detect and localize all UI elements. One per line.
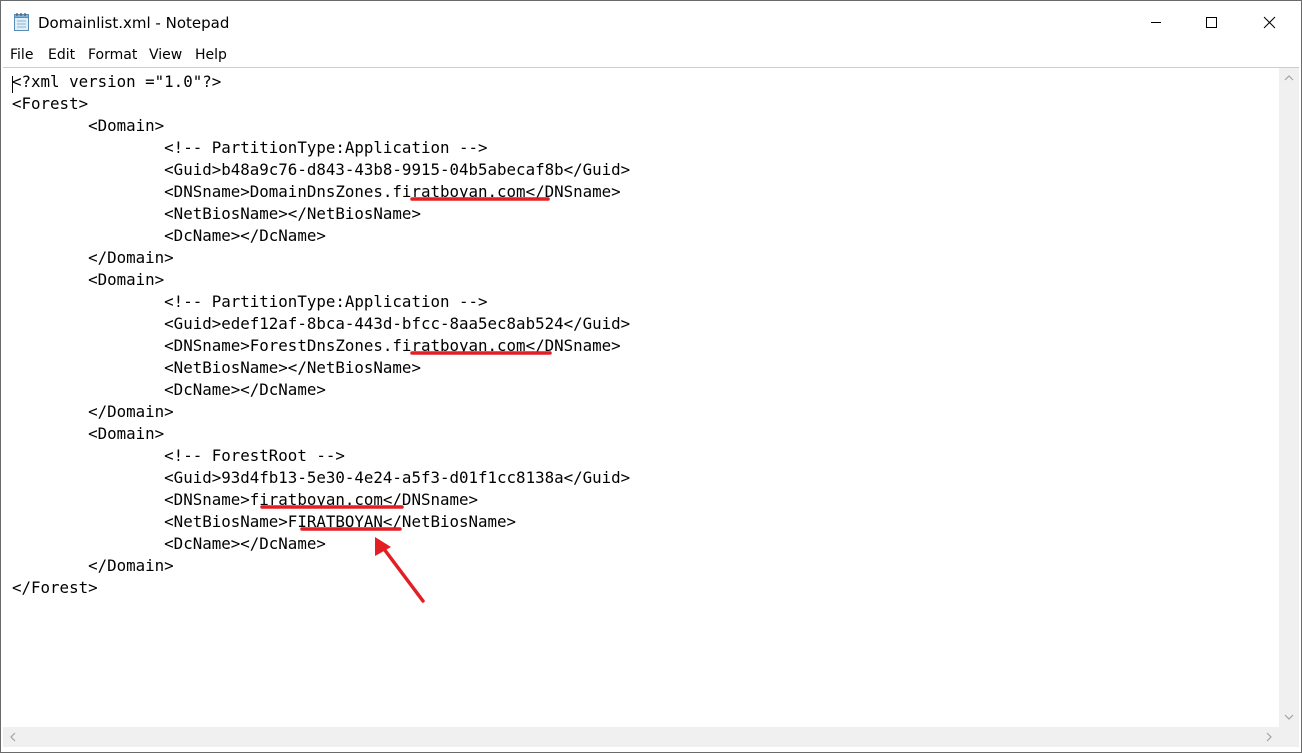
document-line: <NetBiosName>FIRATBOYAN</NetBiosName> [12,512,517,531]
document-line: <DNSname>DomainDnsZones.firatboyan.com</… [12,182,621,201]
document-line: <NetBiosName></NetBiosName> [12,358,421,377]
window-title: Domainlist.xml - Notepad [38,14,230,32]
menu-help[interactable]: Help [195,46,227,64]
document-line: <DcName></DcName> [12,380,326,399]
close-icon [1263,16,1276,29]
title-bar[interactable]: Domainlist.xml - Notepad [1,1,1301,43]
document-line: <?xml version ="1.0"?> [12,72,222,91]
menu-bar: File Edit Format View Help [1,43,1301,67]
document-line: <DcName></DcName> [12,534,326,553]
menu-view[interactable]: View [149,46,182,64]
document-line: <Guid>edef12af-8bca-443d-bfcc-8aa5ec8ab5… [12,314,631,333]
document-line: <DcName></DcName> [12,226,326,245]
document-line: <NetBiosName></NetBiosName> [12,204,421,223]
minimize-button[interactable] [1127,1,1185,43]
minimize-icon [1151,22,1161,23]
notepad-icon [14,13,29,31]
horizontal-scrollbar[interactable] [3,727,1279,747]
document-line: <Domain> [12,116,165,135]
document-line: <Domain> [12,424,165,443]
document-line: <Guid>b48a9c76-d843-43b8-9915-04b5abecaf… [12,160,631,179]
document-text[interactable]: <?xml version ="1.0"?> <Forest> <Domain>… [12,71,1277,726]
maximize-icon [1206,17,1217,28]
vertical-scrollbar[interactable] [1279,68,1299,727]
document-line: </Domain> [12,556,174,575]
text-editor[interactable]: <?xml version ="1.0"?> <Forest> <Domain>… [3,67,1299,750]
scroll-down-icon[interactable] [1279,707,1299,727]
close-button[interactable] [1243,1,1301,43]
menu-file[interactable]: File [10,46,33,64]
document-line: </Forest> [12,578,98,597]
text-caret [12,76,13,93]
document-line: <Forest> [12,94,89,113]
document-line: <!-- ForestRoot --> [12,446,345,465]
maximize-button[interactable] [1185,1,1243,43]
document-line: <Domain> [12,270,165,289]
notepad-window: Domainlist.xml - Notepad File Edit Forma… [0,0,1302,753]
scrollbar-corner [1279,727,1299,747]
scroll-right-icon[interactable] [1259,727,1279,747]
document-line: <DNSname>firatboyan.com</DNSname> [12,490,479,509]
document-line: <Guid>93d4fb13-5e30-4e24-a5f3-d01f1cc813… [12,468,631,487]
menu-format[interactable]: Format [88,46,137,64]
scroll-up-icon[interactable] [1279,68,1299,88]
document-line: <DNSname>ForestDnsZones.firatboyan.com</… [12,336,621,355]
document-line: </Domain> [12,402,174,421]
document-line: </Domain> [12,248,174,267]
document-line: <!-- PartitionType:Application --> [12,138,488,157]
menu-edit[interactable]: Edit [48,46,75,64]
document-line: <!-- PartitionType:Application --> [12,292,488,311]
scroll-left-icon[interactable] [3,727,23,747]
